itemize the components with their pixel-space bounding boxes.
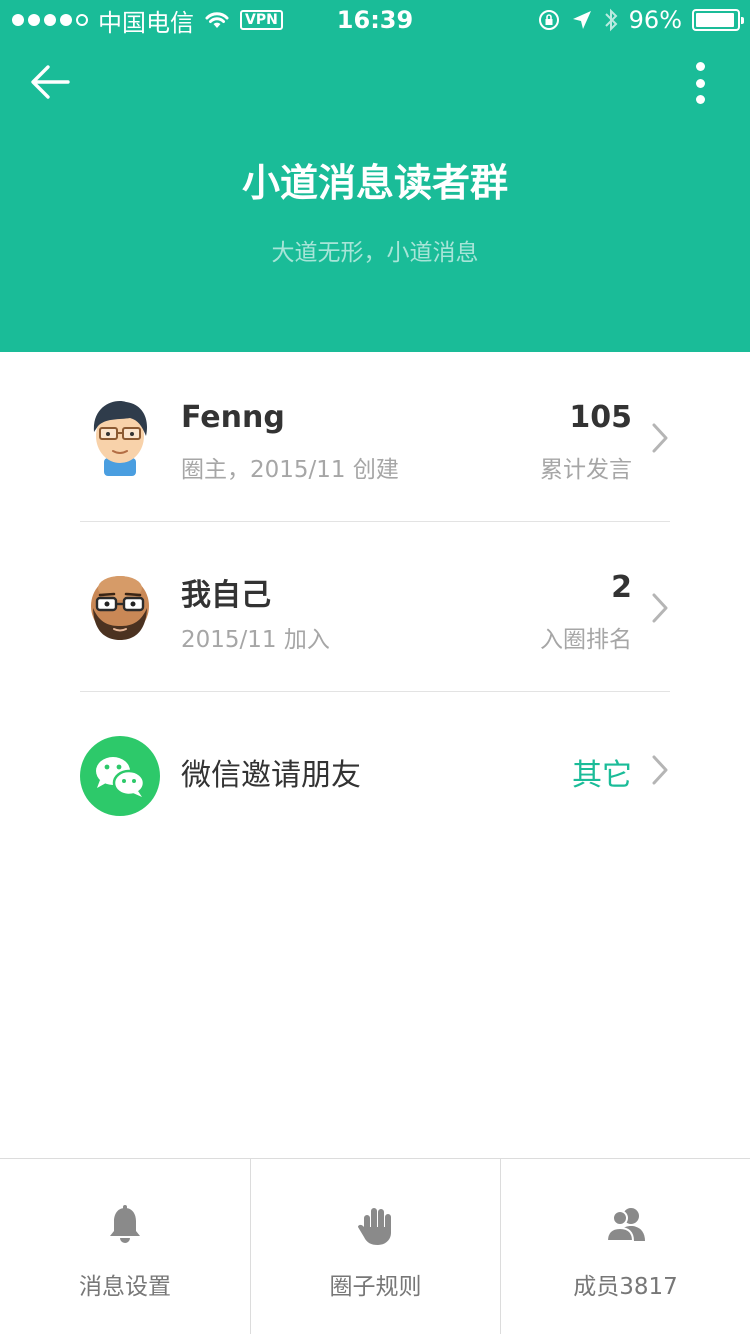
battery-fill bbox=[696, 13, 735, 27]
invite-label: 微信邀请朋友 bbox=[181, 758, 361, 793]
member-meta: 圈主，2015/11 创建 bbox=[181, 457, 399, 483]
wechat-invite-row[interactable]: 微信邀请朋友 其它 bbox=[80, 692, 670, 862]
status-bar: 中国电信 VPN 16:39 96% bbox=[0, 0, 750, 40]
chevron-right-icon bbox=[652, 423, 668, 453]
bell-icon bbox=[110, 1205, 140, 1243]
avatar-glasses-icon bbox=[93, 401, 148, 476]
member-stat-value: 105 bbox=[569, 400, 632, 435]
wechat-icon bbox=[80, 736, 160, 816]
member-row-self[interactable]: 我自己 2015/11 加入 2 入圈排名 bbox=[80, 522, 670, 692]
location-icon bbox=[572, 11, 591, 29]
member-stat-label: 累计发言 bbox=[540, 457, 632, 483]
tab-label: 圈子规则 bbox=[329, 1274, 422, 1300]
tab-message-settings[interactable]: 消息设置 bbox=[0, 1159, 250, 1334]
tab-label: 成员3817 bbox=[573, 1274, 678, 1300]
members-icon bbox=[605, 1208, 645, 1242]
bluetooth-icon bbox=[604, 8, 618, 32]
avatar-bald-beard-icon bbox=[91, 576, 149, 640]
tab-members[interactable]: 成员3817 bbox=[500, 1159, 750, 1334]
bottom-tab-bar: 消息设置 圈子规则 成员3817 bbox=[0, 1158, 750, 1334]
battery-percent: 96% bbox=[628, 6, 682, 34]
member-meta: 2015/11 加入 bbox=[181, 627, 330, 653]
rotation-lock-icon bbox=[538, 10, 559, 30]
chevron-right-icon bbox=[652, 593, 668, 623]
battery-icon bbox=[692, 9, 744, 31]
invite-other-option[interactable]: 其它 bbox=[572, 750, 632, 794]
member-name: Fenng bbox=[181, 400, 285, 435]
more-options-button[interactable] bbox=[694, 62, 706, 104]
status-right: 96% bbox=[537, 6, 744, 34]
group-header: 中国电信 VPN 16:39 96% 小道消息读者群 大道无形，小道消息 bbox=[0, 0, 750, 352]
member-name: 我自己 bbox=[181, 578, 271, 613]
tab-group-rules[interactable]: 圈子规则 bbox=[250, 1159, 500, 1334]
back-button[interactable] bbox=[28, 60, 72, 104]
member-row-owner[interactable]: Fenng 圈主，2015/11 创建 105 累计发言 bbox=[80, 352, 670, 522]
arrow-left-icon bbox=[31, 65, 70, 99]
member-stat-label: 入圈排名 bbox=[540, 627, 632, 653]
group-subtitle: 大道无形，小道消息 bbox=[271, 240, 479, 266]
chevron-right-icon bbox=[652, 755, 668, 785]
hand-icon bbox=[357, 1208, 391, 1245]
more-vertical-icon bbox=[695, 62, 705, 71]
tab-label: 消息设置 bbox=[79, 1274, 171, 1300]
member-stat-value: 2 bbox=[611, 570, 632, 605]
group-title: 小道消息读者群 bbox=[241, 161, 508, 205]
